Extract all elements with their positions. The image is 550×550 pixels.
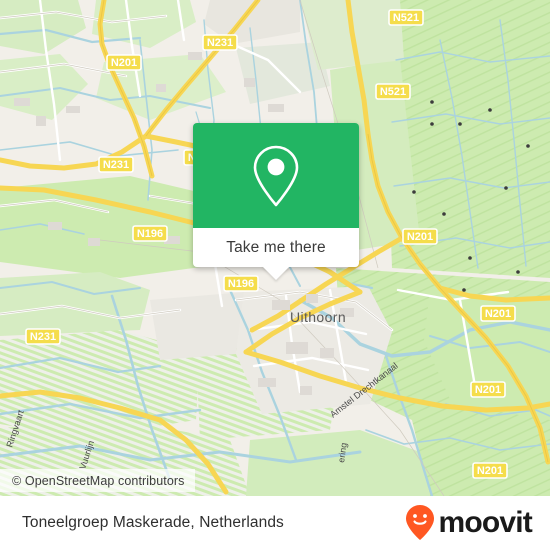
road-shield-label: N201 xyxy=(111,57,137,69)
road-shield: N196 xyxy=(132,225,168,242)
road-shield-label: N521 xyxy=(380,86,406,98)
attribution-text: © OpenStreetMap contributors xyxy=(12,473,185,488)
popup-image-area xyxy=(193,123,359,228)
road-shield-label: N521 xyxy=(393,12,419,24)
road-shield: N231 xyxy=(202,34,238,51)
popup-action-area[interactable]: Take me there xyxy=(193,228,359,280)
moovit-pin-icon xyxy=(406,505,435,540)
road-shield: N521 xyxy=(388,9,424,26)
road-shield-label: N201 xyxy=(407,231,433,243)
road-shield-label: N231 xyxy=(207,37,233,49)
road-shield-label: N231 xyxy=(103,159,129,171)
road-shield: N521 xyxy=(375,83,411,100)
place-title: Toneelgroep Maskerade, Netherlands xyxy=(22,514,284,531)
road-shield: N201 xyxy=(472,462,508,479)
road-shield: N201 xyxy=(470,381,506,398)
road-shield-label: N196 xyxy=(228,278,254,290)
road-shield-label: N201 xyxy=(485,308,511,320)
road-shield: N201 xyxy=(402,228,438,245)
map-city-labels: Uithoorn xyxy=(290,309,346,325)
moovit-wordmark: moovit xyxy=(438,506,532,539)
map-attribution[interactable]: © OpenStreetMap contributors xyxy=(0,469,195,492)
place-popup-card[interactable]: Take me there xyxy=(193,123,359,280)
moovit-brand[interactable]: moovit xyxy=(404,504,533,542)
screenshot-root: Uithoorn Ringvaart Amstel Drechtkanaal Vuu… xyxy=(0,0,550,550)
road-shield-label: N196 xyxy=(137,228,163,240)
road-shield-label: N201 xyxy=(477,465,503,477)
road-shield: N201 xyxy=(480,305,516,322)
popup-pointer-tail xyxy=(262,266,290,280)
map-pin-icon xyxy=(253,145,299,206)
road-shield: N196 xyxy=(223,275,259,292)
map-city-label: Uithoorn xyxy=(290,309,346,325)
road-shield: N201 xyxy=(106,54,142,71)
footer-bar: Toneelgroep Maskerade, Netherlands moovi… xyxy=(0,496,550,550)
road-shield-label: N201 xyxy=(475,384,501,396)
road-shield-label: N231 xyxy=(30,331,56,343)
road-shield: N231 xyxy=(25,328,61,345)
take-me-there-label: Take me there xyxy=(226,238,326,256)
road-shield: N231 xyxy=(98,156,134,173)
